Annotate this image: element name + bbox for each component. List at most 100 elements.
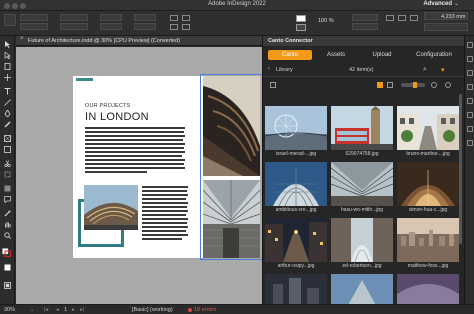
asset-thumbnail[interactable] — [265, 274, 327, 304]
vertical-scrollbar[interactable] — [459, 94, 462, 244]
body-text-line[interactable] — [142, 234, 188, 236]
fx-icon[interactable] — [398, 15, 406, 21]
body-text-line[interactable] — [85, 131, 184, 133]
preflight-profile[interactable]: [Basic] (working) — [132, 307, 173, 313]
inset-architecture-photo[interactable] — [84, 185, 138, 230]
body-text-line[interactable] — [142, 238, 182, 240]
rotate-icon[interactable] — [170, 24, 178, 30]
zoom-chevron-icon[interactable]: ⌄ — [30, 307, 35, 313]
fill-stroke-swatch-icon[interactable] — [2, 248, 11, 257]
reference-point-icon[interactable] — [4, 14, 16, 26]
zoom-tool-icon[interactable] — [4, 232, 11, 239]
scissors-tool-icon[interactable] — [4, 160, 11, 167]
body-text-line[interactable] — [85, 163, 184, 165]
eyedropper-tool-icon[interactable] — [4, 210, 11, 217]
asset-thumbnail[interactable]: ed-robertson...jpg — [331, 218, 393, 273]
body-text-line[interactable] — [85, 143, 185, 145]
close-icon[interactable]: × — [20, 36, 24, 42]
x-field[interactable] — [20, 14, 48, 21]
body-text-line[interactable] — [142, 230, 186, 232]
body-text-line[interactable] — [142, 222, 187, 224]
body-text-line[interactable] — [142, 202, 188, 204]
zoom-level[interactable]: 30% — [4, 307, 15, 313]
stroke-weight-field[interactable]: 4,233 mm — [424, 12, 468, 20]
body-text-line[interactable] — [85, 167, 185, 169]
panel-header[interactable]: Canto Connector — [263, 36, 465, 46]
line-tool-icon[interactable] — [4, 99, 11, 106]
last-page-icon[interactable]: ▸| — [80, 307, 84, 313]
stroke-swatch[interactable] — [296, 24, 306, 31]
body-text-line[interactable] — [85, 155, 182, 157]
stroke-panel-icon[interactable] — [467, 84, 473, 90]
drop-shadow-icon[interactable] — [386, 15, 394, 21]
fill-swatch[interactable] — [296, 15, 306, 22]
type-tool-icon[interactable] — [4, 88, 11, 95]
rectangle-tool-icon[interactable] — [4, 146, 11, 153]
preflight-errors[interactable]: 18 errors — [194, 307, 216, 313]
sort-icon[interactable] — [431, 82, 437, 88]
note-tool-icon[interactable] — [4, 196, 11, 203]
body-text-line[interactable] — [142, 226, 188, 228]
body-text-line[interactable] — [85, 171, 147, 173]
width-field[interactable] — [60, 14, 88, 21]
select-all-icon[interactable] — [270, 82, 276, 88]
apply-color-icon[interactable] — [4, 264, 11, 271]
list-view-icon[interactable] — [387, 82, 393, 88]
cc-libraries-panel-icon[interactable] — [467, 126, 473, 132]
tab-assets[interactable]: Assets — [318, 50, 354, 60]
body-text-line[interactable] — [85, 159, 185, 161]
color-panel-icon[interactable] — [467, 112, 473, 118]
body-text-line[interactable] — [85, 151, 185, 153]
layers-panel-icon[interactable] — [467, 56, 473, 62]
pages-panel-icon[interactable] — [467, 42, 473, 48]
body-text-line[interactable] — [142, 210, 188, 212]
asset-thumbnail[interactable]: 629074758.jpg — [331, 106, 393, 161]
back-icon[interactable]: ‹ — [268, 66, 270, 72]
refresh-icon[interactable] — [445, 82, 451, 88]
opacity-value[interactable]: 100 % — [318, 18, 334, 24]
asset-thumbnail[interactable] — [397, 274, 459, 304]
library-label[interactable]: Library — [276, 67, 293, 73]
screen-mode-icon[interactable] — [4, 282, 11, 289]
effects-field[interactable] — [352, 23, 378, 30]
page-tool-icon[interactable] — [4, 63, 11, 70]
filter-icon[interactable]: ▾ — [441, 66, 445, 74]
corner-shape-field[interactable] — [424, 23, 468, 31]
scale-y-field[interactable] — [100, 23, 122, 30]
document-tab[interactable]: × Future of Architecture.indd @ 30% [CPU… — [16, 36, 264, 46]
body-text-line[interactable] — [142, 214, 186, 216]
text-wrap-icon[interactable] — [410, 15, 418, 21]
free-transform-tool-icon[interactable] — [4, 171, 11, 178]
asset-thumbnail[interactable]: bruno-martins-...jpg — [397, 106, 459, 161]
asset-thumbnail[interactable]: ambitious-cre...jpg — [265, 162, 327, 217]
body-text-line[interactable] — [85, 139, 183, 141]
asset-thumbnail[interactable]: simon-hua-c...jpg — [397, 162, 459, 217]
section-kicker[interactable]: OUR PROJECTS — [85, 103, 131, 109]
swatches-panel-icon[interactable] — [467, 98, 473, 104]
shear-field[interactable] — [134, 23, 156, 30]
selected-frame[interactable] — [200, 74, 264, 260]
asset-thumbnail[interactable]: matthew-foss...jpg — [397, 218, 459, 273]
body-text-line[interactable] — [142, 186, 188, 188]
gradient-tool-icon[interactable] — [4, 185, 11, 192]
selection-tool-icon[interactable] — [4, 41, 11, 48]
body-text-line[interactable] — [85, 127, 185, 129]
rectangle-frame-tool-icon[interactable] — [4, 135, 11, 142]
slider-thumb[interactable] — [413, 82, 417, 88]
asset-thumbnail[interactable]: hasu-wo-mitih...jpg — [331, 162, 393, 217]
asset-thumbnail[interactable] — [331, 274, 393, 304]
previous-page-icon[interactable]: ◂ — [56, 307, 59, 313]
links-panel-icon[interactable] — [467, 70, 473, 76]
body-text-line[interactable] — [142, 190, 187, 192]
gap-tool-icon[interactable] — [4, 74, 11, 81]
scale-x-field[interactable] — [100, 14, 122, 21]
body-text-line[interactable] — [142, 206, 187, 208]
stroke-style-field[interactable] — [352, 14, 378, 21]
flip-vertical-icon[interactable] — [182, 15, 190, 21]
chevron-down-icon[interactable]: ⌄ — [454, 0, 459, 7]
select-container-icon[interactable] — [182, 24, 190, 30]
body-text-line[interactable] — [85, 147, 184, 149]
grid-view-icon[interactable] — [377, 82, 383, 88]
search-icon[interactable]: ⌕ — [423, 66, 427, 74]
body-text-line[interactable] — [142, 218, 188, 220]
